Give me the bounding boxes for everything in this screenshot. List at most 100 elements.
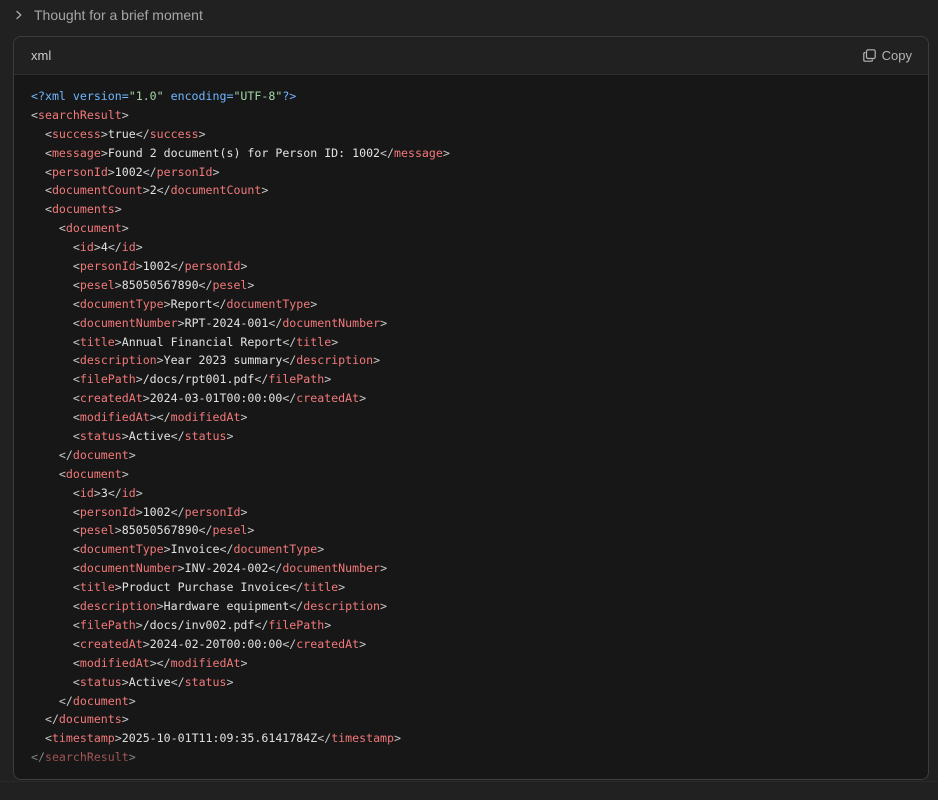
code-token: > <box>121 674 129 689</box>
code-token: </ <box>289 580 304 595</box>
code-token: > <box>380 315 388 330</box>
code-token: </ <box>142 164 157 179</box>
code-token: document <box>72 447 129 462</box>
code-token: 1002 <box>114 164 143 179</box>
code-token: 2024-02-20T00:00:00 <box>149 636 283 651</box>
code-token: </ <box>212 296 227 311</box>
code-line: </searchResult> <box>31 748 450 767</box>
code-line: <createdAt>2024-03-01T00:00:00</createdA… <box>31 389 450 408</box>
code-line: <documents> <box>31 200 450 219</box>
code-token: 1002 <box>142 259 171 274</box>
code-line: <document> <box>31 219 450 238</box>
code-token: createdAt <box>296 636 360 651</box>
code-token: < <box>31 504 80 519</box>
code-token: > <box>373 353 381 368</box>
code-token: document <box>65 221 122 236</box>
code-token: timestamp <box>331 731 395 746</box>
copy-button[interactable]: Copy <box>862 48 912 63</box>
code-token: > <box>359 636 367 651</box>
code-content[interactable]: <?xml version="1.0" encoding="UTF-8"?> <s… <box>31 87 450 767</box>
code-token: personId <box>156 164 213 179</box>
code-token: < <box>31 240 80 255</box>
code-token: < <box>31 296 80 311</box>
code-token: > <box>114 277 122 292</box>
code-token: < <box>31 561 80 576</box>
code-token: Active <box>128 674 171 689</box>
code-token: document <box>72 693 129 708</box>
code-token: documentType <box>233 542 318 557</box>
code-token: status <box>79 674 122 689</box>
code-token: > <box>135 372 143 387</box>
code-token: Active <box>128 429 171 444</box>
code-token: </ <box>170 504 185 519</box>
code-token: > <box>324 617 332 632</box>
code-line: <title>Product Purchase Invoice</title> <box>31 578 450 597</box>
code-token: > <box>135 617 143 632</box>
code-token: description <box>79 599 157 614</box>
code-token: /docs/rpt001.pdf <box>142 372 255 387</box>
code-token: </ <box>107 240 122 255</box>
code-token: < <box>31 353 80 368</box>
code-token: success <box>51 126 101 141</box>
code-token: createdAt <box>79 636 143 651</box>
code-token: > <box>121 107 129 122</box>
code-line: </document> <box>31 446 450 465</box>
code-token: > <box>93 485 101 500</box>
code-token: documentType <box>226 296 311 311</box>
code-line: <pesel>85050567890</pesel> <box>31 276 450 295</box>
code-token: > <box>142 391 150 406</box>
code-token: createdAt <box>296 391 360 406</box>
code-token: searchResult <box>37 107 122 122</box>
code-token: </ <box>254 372 269 387</box>
code-token: documents <box>58 712 122 727</box>
code-token: > <box>93 240 101 255</box>
code-token: < <box>31 334 80 349</box>
code-token: 1002 <box>142 504 171 519</box>
code-token: </ <box>254 617 269 632</box>
code-token: timestamp <box>51 731 115 746</box>
code-token: < <box>31 145 52 160</box>
code-line: <filePath>/docs/inv002.pdf</filePath> <box>31 616 450 635</box>
composer-edge <box>0 781 938 800</box>
code-line: <personId>1002</personId> <box>31 257 450 276</box>
code-token: > <box>177 315 185 330</box>
code-line: <id>4</id> <box>31 238 450 257</box>
code-token: description <box>303 599 381 614</box>
code-token: </ <box>198 277 213 292</box>
code-token: documentNumber <box>79 561 178 576</box>
code-token: personId <box>51 164 108 179</box>
code-token: filePath <box>79 372 136 387</box>
code-line: <documentType>Report</documentType> <box>31 295 450 314</box>
thought-toggle[interactable]: Thought for a brief moment <box>12 4 203 26</box>
code-line: <documentNumber>INV-2024-002</documentNu… <box>31 559 450 578</box>
code-line: <status>Active</status> <box>31 673 450 692</box>
code-token: documentNumber <box>282 315 381 330</box>
code-token: > <box>380 599 388 614</box>
code-token: > <box>114 334 122 349</box>
code-token: documentNumber <box>79 315 178 330</box>
code-token: > <box>240 504 248 519</box>
code-token: </ <box>380 145 395 160</box>
code-token: status <box>184 429 227 444</box>
code-token: > <box>310 296 318 311</box>
code-token: </ <box>170 429 185 444</box>
code-block: xml Copy <?xml version="1.0" encoding="U… <box>13 36 929 780</box>
code-token: </ <box>31 447 73 462</box>
code-token: < <box>31 277 80 292</box>
code-token: "1.0" <box>128 89 164 103</box>
code-token: ></ <box>149 655 171 670</box>
code-block-header: xml Copy <box>14 37 928 75</box>
code-token: > <box>380 561 388 576</box>
code-line: <?xml version="1.0" encoding="UTF-8"?> <box>31 87 450 106</box>
code-language-label: xml <box>31 48 52 63</box>
code-token: > <box>128 447 136 462</box>
code-token: status <box>184 674 227 689</box>
code-line: <timestamp>2025-10-01T11:09:35.6141784Z<… <box>31 729 450 748</box>
code-line: <id>3</id> <box>31 484 450 503</box>
code-token: Report <box>170 296 213 311</box>
code-token: > <box>240 259 248 274</box>
code-token: < <box>31 674 80 689</box>
code-line: <modifiedAt></modifiedAt> <box>31 408 450 427</box>
code-token: > <box>261 183 269 198</box>
code-token: > <box>100 145 108 160</box>
